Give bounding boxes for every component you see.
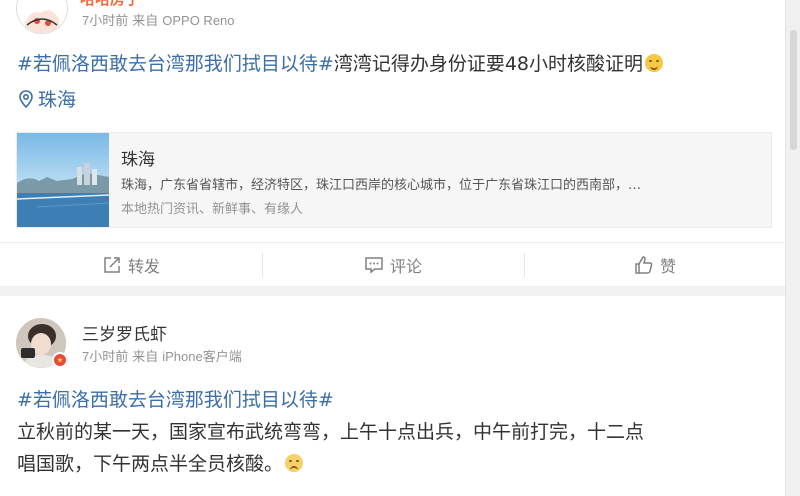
crying-emoji-icon [285,454,304,472]
scrollbar-thumb[interactable] [790,30,797,150]
location-pin-icon [19,89,33,108]
post-body-line-1: 立秋前的某一天，国家宣布武统弯弯，上午十点出兵，中午前打完，十二点 [17,421,645,443]
location-name: 珠海 [38,89,77,111]
source-prefix: 来自 [132,13,159,28]
verified-badge-icon [52,352,68,368]
weibo-post-1: 哈哈房子 7小时前来自OPPO Reno #若佩洛西敢去台湾那我们拭目以待#湾湾… [0,0,786,286]
source-prefix: 来自 [132,349,159,364]
card-subtitle: 本地热门资讯、新鲜事、有缘人 [121,202,304,217]
repost-label: 转发 [127,257,160,276]
scrollbar[interactable] [785,0,800,496]
weibo-post-2: 三岁罗氏虾 7小时前 来自 iPhone客户端 #若佩洛西敢去台湾那我们拭目以待# … [0,296,786,496]
comment-button[interactable]: 评论 [262,243,524,287]
author-avatar[interactable] [16,0,68,34]
thumbs-up-icon [635,256,653,274]
comment-icon [365,257,383,274]
repost-button[interactable]: 转发 [0,243,262,287]
post-source: OPPO Reno [162,13,235,28]
post-body-line-2: 唱国歌，下午两点半全员核酸。 [17,448,644,480]
like-label: 赞 [659,257,676,276]
post-meta: 7小时前 来自 OPPO Reno [82,10,239,29]
smile-emoji-icon [645,54,664,72]
card-description: 珠海，广东省省辖市，经济特区，珠江口西岸的核心城市，位于广东省珠江口的西南部，… [121,178,642,193]
post-source: iPhone客户端 [162,349,242,364]
post-text: #若佩洛西敢去台湾那我们拭目以待#湾湾记得办身份证要48小时核酸证明 [17,48,664,80]
topic-link[interactable]: #若佩洛西敢去台湾那我们拭目以待# [17,384,644,416]
post-body-line-2-text: 唱国歌，下午两点半全员核酸。 [17,453,284,475]
city-thumbnail-image [17,133,109,227]
post-meta: 7小时前 来自 iPhone客户端 [82,346,246,365]
topic-link[interactable]: #若佩洛西敢去台湾那我们拭目以待# [17,53,334,75]
avatar-cartoon-icon [17,0,67,33]
repost-icon [104,257,120,273]
post-action-bar: 转发 评论 赞 [0,242,786,287]
author-name[interactable]: 三岁罗氏虾 [82,320,167,345]
post-body: 湾湾记得办身份证要48小时核酸证明 [333,53,644,75]
like-button[interactable]: 赞 [524,243,786,287]
author-name[interactable]: 哈哈房子 [80,0,140,9]
post-time[interactable]: 7小时前 [82,13,128,28]
post-text: #若佩洛西敢去台湾那我们拭目以待# 立秋前的某一天，国家宣布武统弯弯，上午十点出… [17,384,644,480]
location-card[interactable]: 珠海 珠海，广东省省辖市，经济特区，珠江口西岸的核心城市，位于广东省珠江口的西南… [16,132,772,228]
post-time[interactable]: 7小时前 [82,349,128,364]
location-link[interactable]: 珠海 [18,85,76,112]
card-title: 珠海 [121,150,155,170]
comment-label: 评论 [389,257,422,276]
